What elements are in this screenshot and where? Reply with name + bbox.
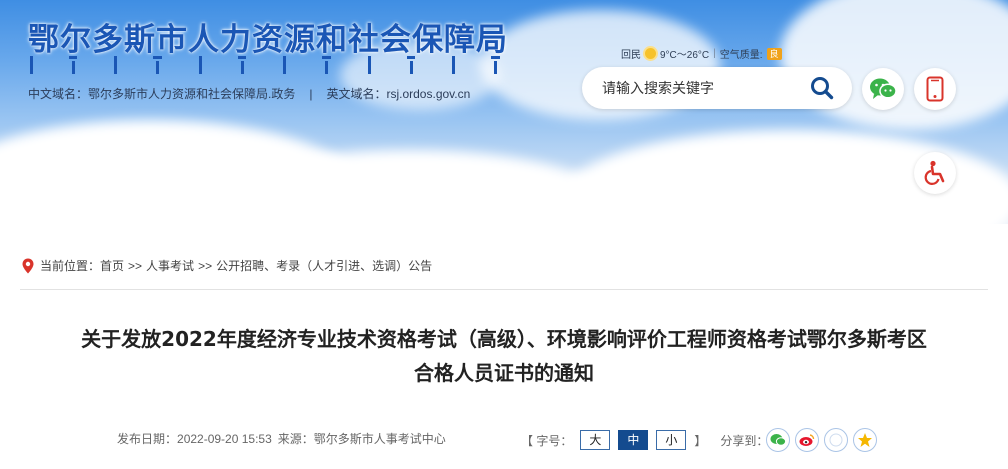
air-quality-badge: 良 — [766, 47, 782, 60]
accessibility-icon — [924, 160, 945, 185]
qzone-share-icon — [858, 433, 872, 447]
qq-share-icon — [829, 433, 843, 447]
sun-icon — [645, 48, 656, 59]
search-input[interactable] — [602, 77, 802, 99]
article-title-line: 关于发放2022年度经济专业技术资格考试（高级）、环境影响评价工程师资格考试鄂尔… — [81, 327, 927, 351]
breadcrumb-label: 当前位置： — [40, 259, 101, 273]
weather-temperature: 9°C～26°C — [660, 50, 710, 61]
breadcrumb-arrow: >> — [198, 258, 213, 273]
mobile-icon — [926, 76, 944, 102]
air-quality-label: 空气质量: — [719, 50, 763, 61]
font-size-close-bracket: 】 — [694, 433, 707, 448]
article-title-line: 合格人员证书的通知 — [414, 361, 594, 385]
breadcrumb-divider — [20, 289, 988, 290]
weibo-share-icon — [799, 434, 815, 446]
qq-share-button[interactable] — [824, 428, 848, 452]
breadcrumb-exam-link[interactable]: 人事考试 — [146, 257, 194, 274]
breadcrumb-home-link[interactable]: 首页 — [100, 257, 124, 274]
qzone-share-button[interactable] — [853, 428, 877, 452]
domain-info: 中文域名：鄂尔多斯市人力资源和社会保障局.政务 | 英文域名：rsj.ordos.g… — [28, 85, 470, 102]
domain-separator: | — [309, 87, 313, 101]
wechat-icon — [870, 78, 897, 99]
accessibility-button[interactable] — [914, 152, 956, 194]
source-label: 来源： — [277, 432, 314, 446]
cn-domain: 中文域名：鄂尔多斯市人力资源和社会保障局.政务 — [28, 87, 296, 101]
cloud-decoration — [780, 0, 1008, 130]
location-pin-icon — [22, 258, 34, 273]
font-size-label: 【 字号： — [521, 433, 573, 448]
mongolian-title-glyphs — [30, 56, 500, 78]
publish-date: 2022-09-20 15:53 — [177, 432, 272, 446]
share-label: 分享到： — [720, 433, 769, 448]
search-icon — [811, 77, 834, 100]
weather-separator: | — [713, 48, 716, 59]
breadcrumb-arrow: >> — [128, 258, 143, 273]
font-size-small-button[interactable]: 小 — [656, 430, 687, 450]
search-box — [582, 67, 852, 109]
weibo-share-button[interactable] — [795, 428, 819, 452]
search-button[interactable] — [810, 76, 834, 100]
breadcrumb: 当前位置： 首页 >> 人事考试 >> 公开招聘、考录（人才引进、选调）公告 — [22, 257, 432, 274]
breadcrumb-notice-link[interactable]: 公开招聘、考录（人才引进、选调）公告 — [216, 257, 432, 274]
weather-city: 回民 — [621, 50, 641, 61]
source-value: 鄂尔多斯市人事考试中心 — [313, 432, 446, 446]
font-size-medium-button[interactable]: 中 — [618, 430, 649, 450]
wechat-share-icon — [770, 434, 786, 446]
publish-date-label: 发布日期： — [117, 432, 178, 446]
wechat-button[interactable] — [862, 68, 904, 110]
header-banner: 鄂尔多斯市人力资源和社会保障局 中文域名：鄂尔多斯市人力资源和社会保障局.政务 |… — [0, 0, 1008, 224]
article-meta: 发布日期：2022-09-20 15:53 来源：鄂尔多斯市人事考试中心 — [117, 430, 446, 447]
en-domain: 英文域名：rsj.ordos.gov.cn — [326, 87, 471, 101]
weather-widget: 回民 9°C～26°C | 空气质量: 良 — [621, 46, 782, 61]
wechat-share-button[interactable] — [766, 428, 790, 452]
mobile-button[interactable] — [914, 68, 956, 110]
font-size-switcher: 【 字号： 大 中 小 】 分享到： — [521, 430, 768, 450]
site-title: 鄂尔多斯市人力资源和社会保障局 — [28, 22, 508, 58]
article-title: 关于发放2022年度经济专业技术资格考试（高级）、环境影响评价工程师资格考试鄂尔… — [20, 322, 988, 390]
font-size-large-button[interactable]: 大 — [580, 430, 611, 450]
